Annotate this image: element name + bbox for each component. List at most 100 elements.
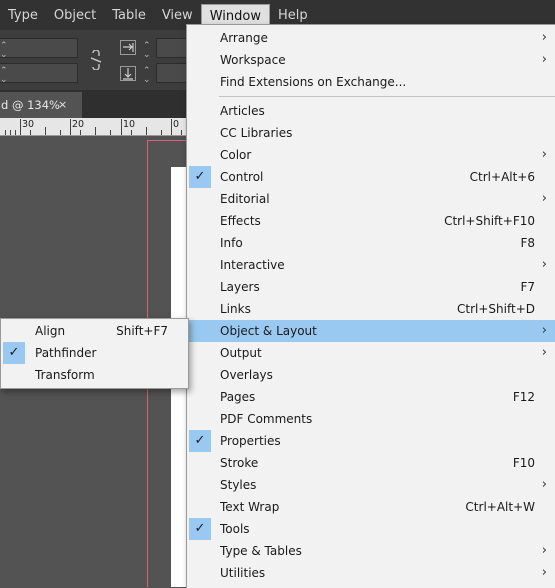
ruler-minor-tick [181,130,182,135]
menu-item-interactive[interactable]: Interactive › [187,254,555,276]
checkmark-icon: ✓ [189,518,211,540]
menu-item-links[interactable]: Links Ctrl+Shift+D [187,298,555,320]
document-tab-bar: d @ 134% × [0,90,190,118]
menu-item-label: Effects [220,214,261,228]
menu-item-label: Interactive [220,258,285,272]
menu-separator [219,96,555,97]
menu-item-editorial[interactable]: Editorial › [187,188,555,210]
document-tab[interactable]: d @ 134% × [0,92,82,118]
close-icon[interactable]: × [58,92,67,118]
menu-item-shortcut: F7 [520,280,535,294]
menu-item-pdf-comments[interactable]: PDF Comments [187,408,555,430]
menu-item-color[interactable]: Color › [187,144,555,166]
menu-item-label: Properties [220,434,281,448]
menu-item-find-extensions[interactable]: Find Extensions on Exchange... [187,71,555,93]
scale-y-icon [120,66,136,81]
chevron-right-icon: › [541,565,547,580]
bleed-guide-horizontal [147,140,190,141]
menu-item-label: Stroke [220,456,259,470]
menu-item-properties[interactable]: ✓ Properties [187,430,555,452]
chevron-right-icon: › [541,477,547,492]
menu-item-overlays[interactable]: Overlays [187,364,555,386]
menu-item-label: Styles [220,478,257,492]
menu-item-shortcut: F8 [520,236,535,250]
menu-item-layers[interactable]: Layers F7 [187,276,555,298]
submenu-item-align[interactable]: Align Shift+F7 [1,320,188,342]
menu-item-label: Layers [220,280,260,294]
menu-item-cc-libraries[interactable]: CC Libraries [187,122,555,144]
menu-item-output[interactable]: Output › [187,342,555,364]
ruler-label: 20 [72,119,85,130]
ruler-minor-tick [30,130,31,135]
menu-item-shortcut: Ctrl+Shift+F10 [444,214,535,228]
constrain-proportions-icon[interactable] [88,50,104,70]
checkmark-icon: ✓ [189,430,211,452]
spinner-icon[interactable]: ⌃ ⌄ [0,42,8,60]
menu-item-pages[interactable]: Pages F12 [187,386,555,408]
menu-item-effects[interactable]: Effects Ctrl+Shift+F10 [187,210,555,232]
menu-item-label: Output [220,346,262,360]
menu-item-object-layout[interactable]: Object & Layout › [187,320,555,342]
ruler-minor-tick [110,130,111,135]
menu-item-label: Editorial [220,192,270,206]
control-panel: ⌃ ⌄ ⌃ ⌄ ⌃ ⌄ ⌃ ⌄ [0,30,190,90]
chevron-right-icon: › [541,191,547,206]
menu-item-label: Arrange [220,31,268,45]
ruler-label: 10 [123,119,136,130]
menu-item-text-wrap[interactable]: Text Wrap Ctrl+Alt+W [187,496,555,518]
menu-item-type-tables[interactable]: Type & Tables › [187,540,555,562]
menu-item-workspace[interactable]: Workspace › [187,49,555,71]
menu-item-shortcut: Ctrl+Alt+6 [469,170,535,184]
menu-item-shortcut: Ctrl+Shift+D [457,302,535,316]
spinner-icon[interactable]: ⌃ ⌄ [0,67,8,85]
menu-item-stroke[interactable]: Stroke F10 [187,452,555,474]
menu-item-label: Find Extensions on Exchange... [220,75,407,89]
ruler-tick [70,119,71,135]
menu-item-label: Info [220,236,243,250]
ruler-minor-tick [161,130,162,135]
submenu-item-label: Transform [35,368,95,382]
ruler-minor-tick [5,130,6,135]
menu-type[interactable]: Type [0,4,46,28]
object-layout-submenu: Align Shift+F7 ✓ Pathfinder Transform [0,318,189,389]
menu-item-styles[interactable]: Styles › [187,474,555,496]
scale-y-field[interactable] [156,63,190,83]
chevron-right-icon: › [541,30,547,45]
chevron-right-icon: › [541,323,547,338]
submenu-item-shortcut: Shift+F7 [116,324,168,338]
menu-item-shortcut: F10 [512,456,535,470]
menu-table[interactable]: Table [104,4,154,28]
menu-item-articles[interactable]: Articles [187,100,555,122]
menu-item-label: Control [220,170,264,184]
spinner-icon[interactable]: ⌃ ⌄ [143,67,151,85]
menu-item-control[interactable]: ✓ Control Ctrl+Alt+6 [187,166,555,188]
ruler-minor-tick [80,130,81,135]
window-menu-dropdown: Arrange › Workspace › Find Extensions on… [186,24,555,588]
menu-item-utilities[interactable]: Utilities › [187,562,555,584]
spinner-icon[interactable]: ⌃ ⌄ [143,42,151,60]
ruler-tick [20,119,21,135]
ruler-minor-tick [45,127,46,135]
ruler-minor-tick [146,127,147,135]
control-field-2[interactable] [0,63,78,83]
scale-x-field[interactable] [156,38,190,58]
menu-item-label: Object & Layout [220,324,317,338]
submenu-item-pathfinder[interactable]: ✓ Pathfinder [1,342,188,364]
submenu-item-label: Pathfinder [35,346,97,360]
menu-item-shortcut: F12 [512,390,535,404]
document-tab-title: d @ 134% [1,98,60,112]
menu-object[interactable]: Object [46,4,104,28]
menu-item-label: Type & Tables [220,544,302,558]
control-field-1[interactable] [0,38,78,58]
menu-item-tools[interactable]: ✓ Tools [187,518,555,540]
ruler-tick [171,119,172,135]
submenu-item-transform[interactable]: Transform [1,364,188,386]
menu-item-label: Workspace [220,53,286,67]
menu-item-arrange[interactable]: Arrange › [187,27,555,49]
menu-item-label: Tools [220,522,250,536]
menu-item-label: Articles [220,104,265,118]
ruler-minor-tick [60,130,61,135]
ruler-minor-tick [131,130,132,135]
menu-item-info[interactable]: Info F8 [187,232,555,254]
menu-item-label: Links [220,302,251,316]
